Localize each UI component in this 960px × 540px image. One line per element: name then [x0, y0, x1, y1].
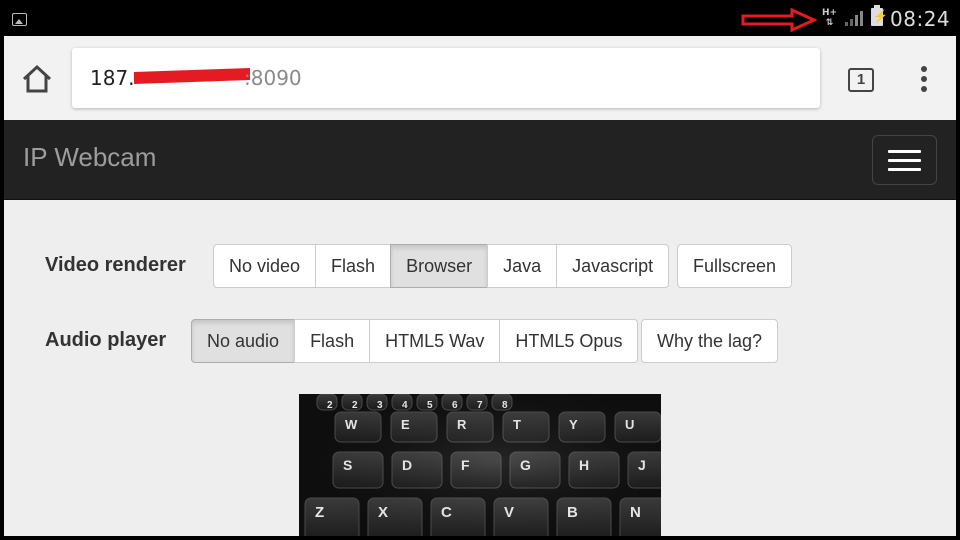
battery-charging-icon: ⚡: [871, 5, 888, 26]
hamburger-menu-button[interactable]: [872, 135, 937, 185]
fullscreen-group: Fullscreen: [677, 244, 793, 288]
screen-frame: H+ ⇅ ⚡ 08:24 187. :8090 1 IP Webcam Vide…: [0, 0, 960, 540]
why-the-lag-button[interactable]: Why the lag?: [641, 319, 779, 363]
video-option-flash[interactable]: Flash: [315, 244, 392, 288]
audio-option-flash[interactable]: Flash: [294, 319, 371, 363]
red-arrow-annotation-icon: [741, 8, 818, 32]
url-port: :8090: [244, 66, 302, 90]
video-option-browser[interactable]: Browser: [390, 244, 489, 288]
audio-option-html5-opus[interactable]: HTML5 Opus: [499, 319, 639, 363]
video-feed: 22345678WERTYUSDFGHJZXCVBN: [299, 394, 661, 536]
status-bar: H+ ⇅ ⚡ 08:24: [4, 4, 956, 36]
status-time: 08:24: [890, 7, 951, 31]
lag-help-group: Why the lag?: [641, 319, 779, 363]
video-option-java[interactable]: Java: [487, 244, 558, 288]
home-icon[interactable]: [20, 64, 54, 94]
network-type-icon: H+ ⇅: [822, 8, 837, 28]
fullscreen-button[interactable]: Fullscreen: [677, 244, 793, 288]
brand-title[interactable]: IP Webcam: [23, 142, 156, 173]
overflow-menu-icon[interactable]: [920, 66, 928, 94]
tab-switcher-button[interactable]: 1: [848, 68, 874, 92]
site-navbar: IP Webcam: [4, 120, 956, 200]
video-option-no-video[interactable]: No video: [213, 244, 317, 288]
video-renderer-button-group: No video Flash Browser Java Javascript: [213, 244, 670, 288]
audio-option-html5-wav[interactable]: HTML5 Wav: [369, 319, 501, 363]
url-host: 187.: [90, 66, 135, 90]
address-bar[interactable]: 187. :8090: [72, 48, 820, 108]
main-content: Video renderer No video Flash Browser Ja…: [4, 201, 956, 536]
audio-player-button-group: No audio Flash HTML5 Wav HTML5 Opus: [191, 319, 639, 363]
video-option-javascript[interactable]: Javascript: [556, 244, 670, 288]
video-renderer-label: Video renderer: [45, 254, 186, 276]
browser-toolbar: 187. :8090 1: [4, 36, 956, 120]
signal-strength-icon: [845, 11, 863, 26]
data-arrows-icon: ⇅: [825, 18, 834, 28]
audio-option-no-audio[interactable]: No audio: [191, 319, 296, 363]
audio-player-label: Audio player: [45, 329, 167, 351]
network-type-label: H+: [822, 8, 838, 18]
image-notification-icon: [12, 13, 27, 26]
redaction-mark: [134, 67, 250, 85]
